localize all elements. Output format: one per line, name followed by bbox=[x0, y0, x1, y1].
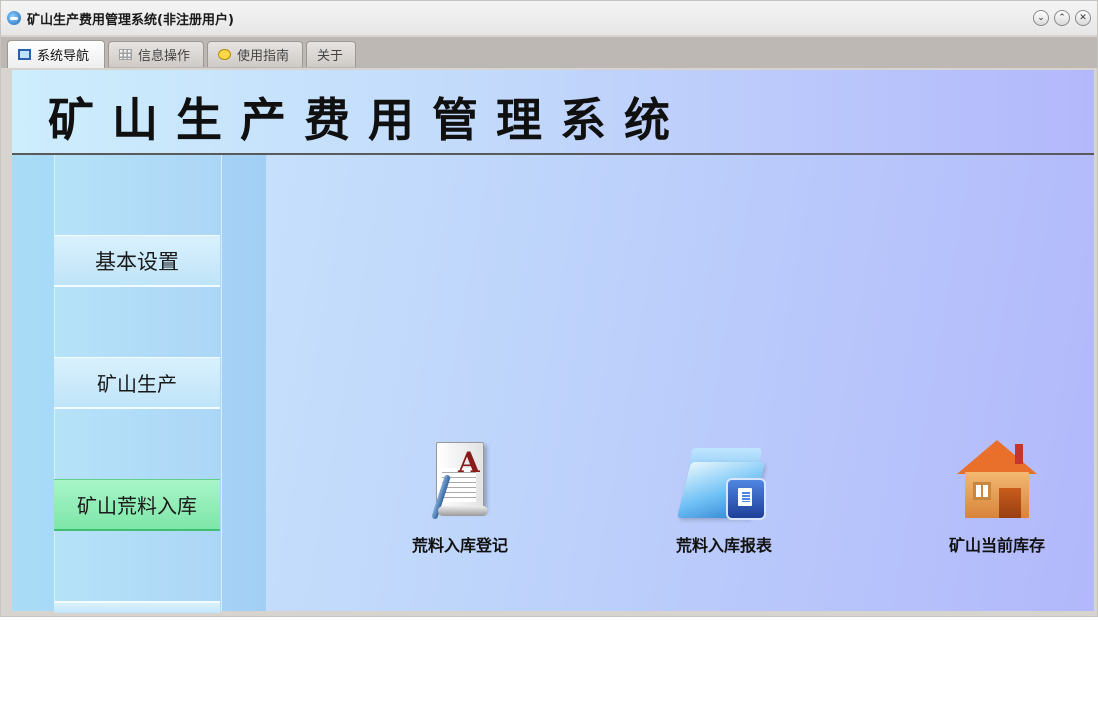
sidebar-item-block-storage[interactable]: 矿山荒料入库 bbox=[54, 479, 220, 531]
block-storage-report-button[interactable]: 荒料入库报表 bbox=[676, 438, 772, 556]
house-icon bbox=[955, 438, 1039, 522]
block-storage-register-button[interactable]: A 荒料入库登记 bbox=[412, 438, 508, 556]
tab-label: 使用指南 bbox=[237, 49, 290, 64]
window-title: 矿山生产费用管理系统(非注册用户) bbox=[27, 12, 234, 28]
app-window: 矿山生产费用管理系统(非注册用户) ⌄ ⌃ ✕ 系统导航 信息操作 使用指南 关… bbox=[0, 0, 1098, 617]
title-bar: 矿山生产费用管理系统(非注册用户) ⌄ ⌃ ✕ bbox=[1, 1, 1097, 35]
tab-label: 关于 bbox=[317, 49, 344, 64]
sidebar-item-partial[interactable] bbox=[54, 601, 220, 613]
document-edit-icon: A bbox=[418, 438, 502, 522]
sidebar-item-label: 矿山荒料入库 bbox=[77, 494, 197, 518]
tab-system-nav[interactable]: 系统导航 bbox=[7, 40, 105, 68]
sidebar-item-label: 矿山生产 bbox=[97, 372, 177, 396]
tab-label: 信息操作 bbox=[138, 49, 191, 64]
function-label: 荒料入库登记 bbox=[412, 536, 509, 555]
sidebar-item-basic-settings[interactable]: 基本设置 bbox=[54, 235, 220, 287]
page-title: 矿山生产费用管理系统 bbox=[48, 93, 688, 147]
sidebar-item-label: 基本设置 bbox=[95, 249, 179, 274]
header-banner: 矿山生产费用管理系统 bbox=[12, 70, 1094, 155]
help-icon bbox=[218, 49, 231, 60]
tab-user-guide[interactable]: 使用指南 bbox=[207, 41, 303, 67]
app-logo-icon bbox=[7, 11, 21, 25]
close-button[interactable]: ✕ bbox=[1075, 10, 1091, 26]
tab-label: 系统导航 bbox=[37, 49, 90, 64]
monitor-icon bbox=[18, 49, 31, 60]
function-label: 矿山当前库存 bbox=[949, 536, 1046, 555]
function-label: 荒料入库报表 bbox=[676, 536, 773, 555]
grid-icon bbox=[119, 49, 132, 60]
minimize-button[interactable]: ⌄ bbox=[1033, 10, 1049, 26]
main-content: 矿山生产费用管理系统 基本设置 矿山生产 矿山荒料入库 A 荒料入库登记 荒料入… bbox=[12, 70, 1094, 613]
folder-report-icon bbox=[677, 438, 766, 522]
sidebar-item-mine-production[interactable]: 矿山生产 bbox=[54, 357, 220, 409]
tab-bar: 系统导航 信息操作 使用指南 关于 bbox=[1, 37, 1097, 68]
tab-info-ops[interactable]: 信息操作 bbox=[108, 41, 204, 67]
sidebar: 基本设置 矿山生产 矿山荒料入库 bbox=[12, 155, 266, 613]
mine-current-stock-button[interactable]: 矿山当前库存 bbox=[949, 438, 1045, 556]
window-controls: ⌄ ⌃ ✕ bbox=[1033, 10, 1091, 26]
maximize-button[interactable]: ⌃ bbox=[1054, 10, 1070, 26]
tab-about[interactable]: 关于 bbox=[306, 41, 356, 67]
